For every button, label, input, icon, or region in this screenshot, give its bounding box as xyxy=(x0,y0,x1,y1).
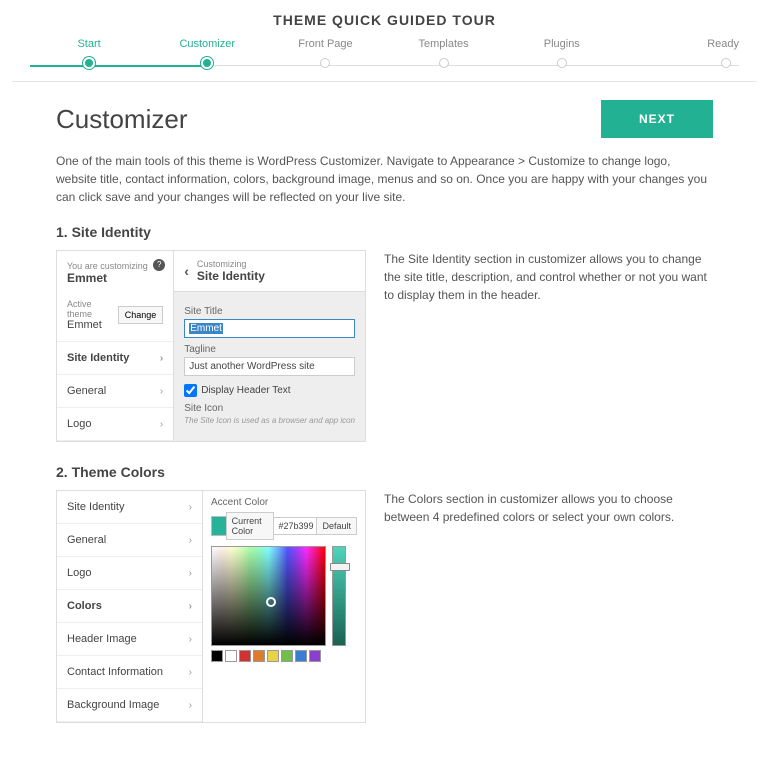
panel-title: Site Identity xyxy=(197,269,265,283)
palette-swatch[interactable] xyxy=(267,650,279,662)
chevron-right-icon: › xyxy=(189,700,192,711)
tour-title: THEME QUICK GUIDED TOUR xyxy=(0,0,769,38)
change-theme-button[interactable]: Change xyxy=(118,306,164,324)
section1-desc: The Site Identity section in customizer … xyxy=(384,250,713,442)
chevron-right-icon: › xyxy=(189,568,192,579)
site-title-input[interactable]: Emmet xyxy=(184,319,355,338)
palette-swatch[interactable] xyxy=(281,650,293,662)
menu2-logo[interactable]: Logo› xyxy=(57,557,202,590)
next-button[interactable]: NEXT xyxy=(601,100,713,138)
menu-general[interactable]: General› xyxy=(57,375,173,408)
menu-logo[interactable]: Logo› xyxy=(57,408,173,441)
site-icon-note: The Site Icon is used as a browser and a… xyxy=(184,416,355,425)
menu-site-identity[interactable]: Site Identity› xyxy=(57,342,173,375)
palette-swatch[interactable] xyxy=(225,650,237,662)
customizing-label: You are customizing xyxy=(67,261,163,271)
site-identity-screenshot: You are customizing Emmet ? Active theme… xyxy=(56,250,366,442)
site-icon-label: Site Icon xyxy=(184,403,355,414)
accent-swatch[interactable] xyxy=(211,516,227,536)
chevron-right-icon: › xyxy=(160,386,163,397)
section1-heading: 1. Site Identity xyxy=(56,224,713,240)
active-theme-label: Active theme xyxy=(67,299,118,319)
picker-cursor-icon[interactable] xyxy=(266,597,276,607)
chevron-right-icon: › xyxy=(189,535,192,546)
steps-bar: Start Customizer Front Page Templates Pl… xyxy=(0,38,769,81)
customizing-site: Emmet xyxy=(67,271,163,285)
hue-slider[interactable] xyxy=(332,546,346,646)
palette-swatch[interactable] xyxy=(239,650,251,662)
menu2-general[interactable]: General› xyxy=(57,524,202,557)
menu2-contact[interactable]: Contact Information› xyxy=(57,656,202,689)
chevron-right-icon: › xyxy=(160,353,163,364)
theme-colors-screenshot: Site Identity› General› Logo› Colors› He… xyxy=(56,490,366,723)
step-front-page[interactable]: Front Page xyxy=(266,38,384,71)
default-button[interactable]: Default xyxy=(316,517,357,535)
tagline-label: Tagline xyxy=(184,344,355,355)
display-header-label: Display Header Text xyxy=(201,385,290,396)
accent-color-label: Accent Color xyxy=(211,497,357,508)
step-plugins[interactable]: Plugins xyxy=(503,38,621,71)
current-color-button[interactable]: Current Color xyxy=(226,512,275,540)
step-ready[interactable]: Ready xyxy=(621,38,739,71)
page-title: Customizer xyxy=(56,104,187,135)
palette-swatch[interactable] xyxy=(309,650,321,662)
step-start[interactable]: Start xyxy=(30,38,148,71)
back-icon[interactable]: ‹ xyxy=(184,263,189,279)
active-theme-name: Emmet xyxy=(67,319,118,331)
menu2-colors[interactable]: Colors› xyxy=(57,590,202,623)
tagline-input[interactable]: Just another WordPress site xyxy=(184,357,355,376)
chevron-right-icon: › xyxy=(189,502,192,513)
chevron-right-icon: › xyxy=(189,601,192,612)
intro-text: One of the main tools of this theme is W… xyxy=(56,152,713,206)
chevron-right-icon: › xyxy=(189,634,192,645)
site-title-label: Site Title xyxy=(184,306,355,317)
palette-swatch[interactable] xyxy=(295,650,307,662)
display-header-checkbox[interactable] xyxy=(184,384,197,397)
menu2-header-image[interactable]: Header Image› xyxy=(57,623,202,656)
help-icon[interactable]: ? xyxy=(153,259,165,271)
palette-swatch[interactable] xyxy=(253,650,265,662)
hue-handle[interactable] xyxy=(330,563,350,571)
menu2-background[interactable]: Background Image› xyxy=(57,689,202,722)
menu2-site-identity[interactable]: Site Identity› xyxy=(57,491,202,524)
hex-input[interactable]: #27b399 xyxy=(273,517,317,535)
palette-swatch[interactable] xyxy=(211,650,223,662)
color-gradient[interactable] xyxy=(211,546,326,646)
palette-row xyxy=(211,650,357,662)
section2-desc: The Colors section in customizer allows … xyxy=(384,490,713,723)
section2-heading: 2. Theme Colors xyxy=(56,464,713,480)
chevron-right-icon: › xyxy=(189,667,192,678)
panel-label: Customizing xyxy=(197,259,265,269)
chevron-right-icon: › xyxy=(160,419,163,430)
step-customizer[interactable]: Customizer xyxy=(148,38,266,71)
step-templates[interactable]: Templates xyxy=(385,38,503,71)
